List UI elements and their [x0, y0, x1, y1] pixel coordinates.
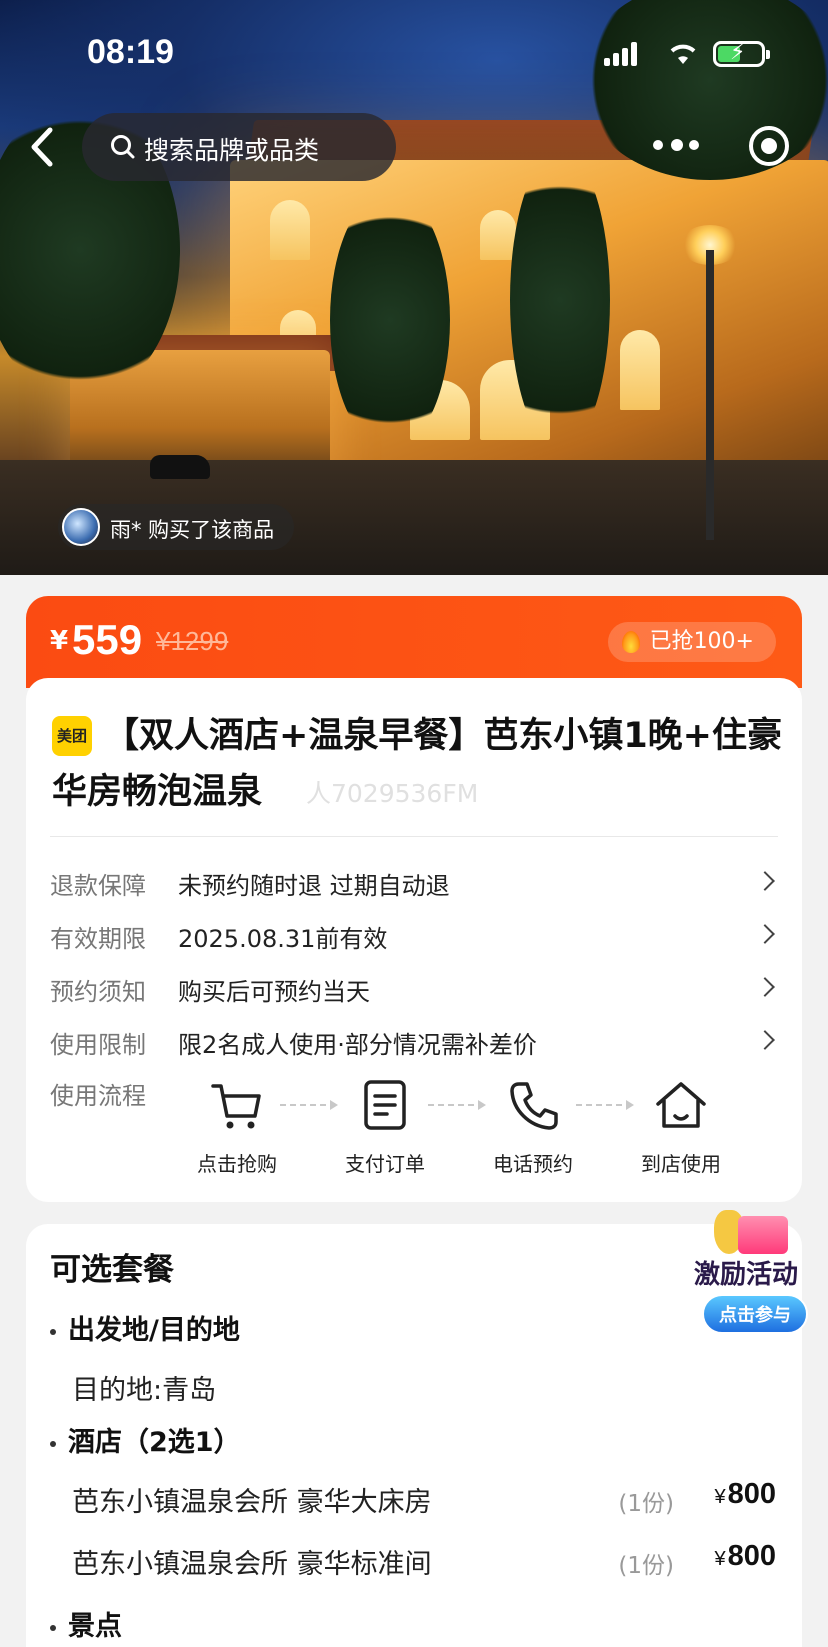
flow-step-buy: 点击抢购	[182, 1078, 292, 1177]
promo-join-button[interactable]: 点击参与	[702, 1294, 808, 1334]
price-bar: ¥ 559 ¥1299 已抢100+	[26, 596, 802, 688]
row-value: 限2名成人使用·部分情况需补差价	[178, 1031, 537, 1059]
flow-step-pay: 支付订单	[330, 1078, 440, 1177]
product-info-card: 美团 【双人酒店+温泉早餐】芭东小镇1晚+住豪华房畅泡温泉 人7029536FM…	[26, 678, 802, 1202]
flow-step-visit: 到店使用	[626, 1078, 736, 1177]
section-title-text: 出发地/目的地	[68, 1315, 240, 1346]
flow-arrow	[576, 1100, 634, 1110]
avatar	[62, 508, 100, 546]
sold-count-badge: 已抢100+	[607, 622, 776, 662]
section-title: 出发地/目的地	[50, 1308, 240, 1347]
phone-icon	[510, 1082, 558, 1130]
section-title-text: 景点	[68, 1611, 122, 1642]
info-row-refund[interactable]: 退款保障 未预约随时退 过期自动退	[26, 858, 802, 908]
original-price: ¥1299	[156, 626, 229, 656]
step-label: 点击抢购	[197, 1152, 277, 1176]
fire-icon	[621, 631, 640, 653]
more-icon[interactable]	[653, 128, 699, 164]
flow-label: 使用流程	[50, 1082, 146, 1110]
price-currency: ¥	[50, 626, 69, 656]
wifi-icon	[670, 44, 696, 64]
chevron-right-icon	[755, 977, 775, 997]
row-label: 有效期限	[50, 925, 146, 953]
package-item-king-room[interactable]: 芭东小镇温泉会所 豪华大床房	[72, 1480, 432, 1519]
section-title: 景点	[50, 1604, 122, 1643]
step-label: 到店使用	[641, 1152, 721, 1176]
gift-icon	[738, 1216, 788, 1254]
info-row-validity[interactable]: 有效期限 2025.08.31前有效	[26, 911, 802, 961]
package-price: ¥800	[714, 1478, 776, 1511]
flow-step-call: 电话预约	[478, 1078, 588, 1177]
home-icon	[656, 1082, 706, 1128]
row-label: 退款保障	[50, 872, 146, 900]
info-row-booking[interactable]: 预约须知 购买后可预约当天	[26, 964, 802, 1014]
section-title: 酒店（2选1）	[50, 1420, 241, 1459]
sold-count: 已抢100+	[649, 629, 754, 654]
divider	[50, 836, 778, 837]
row-value: 未预约随时退 过期自动退	[178, 872, 450, 900]
chevron-right-icon	[755, 1030, 775, 1050]
step-label: 支付订单	[345, 1152, 425, 1176]
status-bar: 08:19 ⚡	[0, 0, 828, 110]
section-title-text: 酒店（2选1）	[68, 1427, 241, 1458]
chevron-right-icon	[755, 924, 775, 944]
promo-floating-button[interactable]: 激励活动 点击参与	[694, 1210, 816, 1340]
destination-item: 目的地:青岛	[72, 1375, 217, 1406]
flow-arrow	[280, 1100, 338, 1110]
search-icon	[111, 135, 135, 159]
price-value: 800	[727, 1540, 776, 1572]
recent-buyer-tag: 雨* 购买了该商品	[58, 504, 294, 550]
row-value: 购买后可预约当天	[178, 978, 370, 1006]
search-bar[interactable]: 搜索品牌或品类	[82, 113, 396, 181]
close-miniapp-icon[interactable]	[749, 126, 789, 166]
step-label: 电话预约	[493, 1152, 573, 1176]
promo-title: 激励活动	[694, 1260, 799, 1290]
search-placeholder: 搜索品牌或品类	[144, 136, 320, 165]
row-value: 2025.08.31前有效	[178, 925, 388, 953]
package-price: ¥800	[714, 1540, 776, 1573]
cart-icon	[211, 1084, 261, 1129]
package-qty: (1份)	[618, 1491, 674, 1517]
status-time: 08:19	[87, 33, 174, 71]
row-label: 预约须知	[50, 978, 146, 1006]
battery-icon: ⚡	[713, 40, 770, 67]
buyer-text: 雨* 购买了该商品	[110, 518, 275, 542]
document-icon	[364, 1080, 406, 1130]
watermark: 人7029536FM	[306, 779, 479, 808]
package-qty: (1份)	[618, 1553, 674, 1579]
back-icon[interactable]	[22, 122, 62, 172]
price-value: 800	[727, 1478, 776, 1510]
price-currency: ¥	[714, 1486, 726, 1508]
price-currency: ¥	[714, 1548, 726, 1570]
package-item-twin-room[interactable]: 芭东小镇温泉会所 豪华标准间	[72, 1542, 432, 1581]
package-options-card: 可选套餐 出发地/目的地 目的地:青岛 酒店（2选1） 芭东小镇温泉会所 豪华大…	[26, 1224, 802, 1647]
signal-icon	[604, 42, 638, 66]
info-row-limit[interactable]: 使用限制 限2名成人使用·部分情况需补差价	[26, 1017, 802, 1067]
package-heading: 可选套餐	[50, 1252, 174, 1288]
chevron-right-icon	[755, 871, 775, 891]
row-label: 使用限制	[50, 1031, 146, 1059]
current-price: 559	[72, 616, 143, 663]
flow-arrow	[428, 1100, 486, 1110]
